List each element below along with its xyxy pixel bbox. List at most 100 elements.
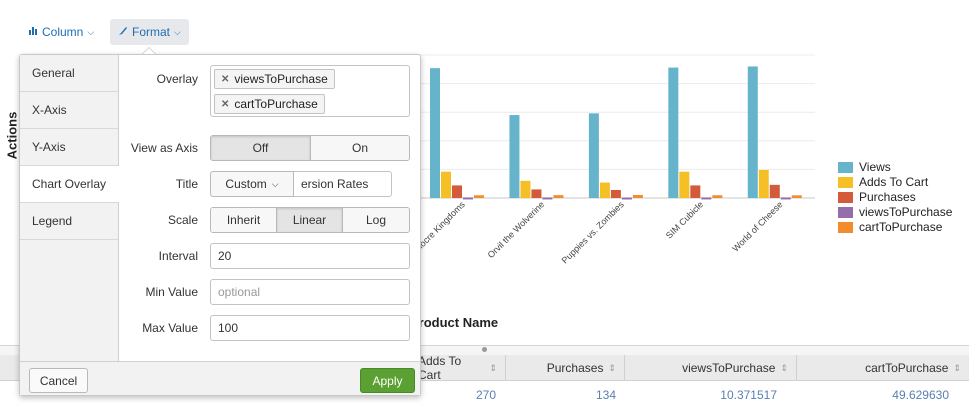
sidebar-item-chart-overlay[interactable]: Chart Overlay xyxy=(20,166,119,203)
scale-log-button[interactable]: Log xyxy=(343,208,409,232)
legend-swatch xyxy=(838,191,853,203)
bar-purchases[interactable] xyxy=(531,189,542,198)
cell-views-to-purchase[interactable]: 10.371517 xyxy=(625,381,797,408)
bar-carttopurchase[interactable] xyxy=(632,195,643,198)
brush-icon xyxy=(118,26,128,39)
cell-cart-to-purchase[interactable]: 49.629630 xyxy=(797,381,969,408)
scale-label: Scale xyxy=(167,213,198,227)
title-input[interactable]: ersion Rates xyxy=(294,171,392,197)
title-label: Title xyxy=(175,177,198,191)
interval-input[interactable]: 20 xyxy=(210,243,410,269)
scale-toggle: Inherit Linear Log xyxy=(210,207,410,233)
overlay-token[interactable]: ✕ viewsToPurchase xyxy=(214,69,335,89)
panel-footer: Cancel Apply xyxy=(20,361,420,395)
bar-adds-to-cart[interactable] xyxy=(758,169,769,198)
column-header-views-to-purchase[interactable]: viewsToPurchase ⇕ xyxy=(625,355,797,381)
cell-purchases[interactable]: 134 xyxy=(506,381,625,408)
chevron-down-icon: ⌵ xyxy=(87,26,95,37)
sidebar-item-x-axis[interactable]: X-Axis xyxy=(20,92,118,129)
title-mode-dropdown[interactable]: Custom ⌵ xyxy=(210,171,294,197)
x-tick-label: Orvil the Wolverine xyxy=(486,199,547,260)
bar-views[interactable] xyxy=(509,115,520,198)
scale-inherit-button[interactable]: Inherit xyxy=(211,208,277,232)
bar-purchases[interactable] xyxy=(610,189,621,198)
view-as-axis-toggle: Off On xyxy=(210,135,410,161)
column-header-label: viewsToPurchase xyxy=(682,361,776,375)
bar-views[interactable] xyxy=(747,66,758,198)
format-button-label: Format xyxy=(132,25,171,39)
format-button[interactable]: Format ⌵ xyxy=(110,19,189,45)
sort-icon: ⇕ xyxy=(953,362,961,373)
x-tick-label: SIM Cubicle xyxy=(664,199,705,240)
popover-arrow-inner xyxy=(143,48,155,54)
legend-swatch xyxy=(838,221,853,233)
bar-viewstopurchase[interactable] xyxy=(701,197,712,200)
sidebar-item-general[interactable]: General xyxy=(20,55,118,92)
bar-carttopurchase[interactable] xyxy=(553,195,564,198)
max-value-label: Max Value xyxy=(142,321,198,335)
bar-carttopurchase[interactable] xyxy=(474,195,484,198)
sort-icon: ⇕ xyxy=(780,362,788,373)
bar-carttopurchase[interactable] xyxy=(712,195,723,198)
bar-purchases[interactable] xyxy=(452,185,462,198)
sort-icon: ⇕ xyxy=(489,362,497,373)
legend-label: cartToPurchase xyxy=(859,220,943,234)
bar-viewstopurchase[interactable] xyxy=(542,197,553,200)
bar-purchases[interactable] xyxy=(769,184,780,198)
sort-icon: ⇕ xyxy=(608,362,616,373)
cell-adds-to-cart[interactable]: 270 xyxy=(418,381,506,408)
column-button-label: Column xyxy=(42,25,84,39)
chevron-down-icon: ⌵ xyxy=(271,178,279,189)
bar-views[interactable] xyxy=(430,68,440,198)
column-header-adds-to-cart[interactable]: Adds To Cart ⇕ xyxy=(418,354,506,382)
bar-adds-to-cart[interactable] xyxy=(679,171,690,198)
legend-label: Adds To Cart xyxy=(859,175,929,189)
legend-swatch xyxy=(838,161,853,173)
x-axis-title: Product Name xyxy=(410,315,499,330)
remove-icon[interactable]: ✕ xyxy=(221,99,229,110)
cancel-button[interactable]: Cancel xyxy=(29,368,88,393)
column-header-label: Adds To Cart xyxy=(418,354,462,382)
overlay-label: Overlay xyxy=(156,72,198,86)
bar-viewstopurchase[interactable] xyxy=(463,197,473,200)
resize-handle-icon[interactable] xyxy=(482,347,487,352)
format-panel: General X-Axis Y-Axis Chart Overlay Lege… xyxy=(19,48,421,396)
column-header-label: Purchases xyxy=(546,361,604,375)
bar-adds-to-cart[interactable] xyxy=(520,180,531,198)
bar-viewstopurchase[interactable] xyxy=(621,197,632,200)
title-mode-value: Custom xyxy=(225,177,267,191)
legend-item[interactable]: Views xyxy=(838,160,891,174)
overlay-token-label: viewsToPurchase xyxy=(234,72,328,86)
chevron-down-icon: ⌵ xyxy=(174,26,181,37)
view-as-axis-on-button[interactable]: On xyxy=(311,136,409,160)
bar-adds-to-cart[interactable] xyxy=(441,171,451,198)
bar-views[interactable] xyxy=(668,67,679,198)
min-value-input[interactable]: optional xyxy=(210,279,410,305)
scale-linear-button[interactable]: Linear xyxy=(277,208,343,232)
sidebar-item-y-axis[interactable]: Y-Axis xyxy=(20,129,118,166)
view-as-axis-off-button[interactable]: Off xyxy=(211,136,311,160)
bar-carttopurchase[interactable] xyxy=(791,195,802,198)
column-header-cart-to-purchase[interactable]: cartToPurchase ⇕ xyxy=(797,355,969,381)
column-header-purchases[interactable]: Purchases ⇕ xyxy=(506,355,625,381)
column-header-label: cartToPurchase xyxy=(865,361,949,375)
bar-viewstopurchase[interactable] xyxy=(780,197,791,200)
max-value-input[interactable]: 100 xyxy=(210,315,410,341)
legend-item[interactable]: viewsToPurchase xyxy=(838,205,952,219)
overlay-multiselect[interactable]: ✕ viewsToPurchase ✕ cartToPurchase xyxy=(210,65,410,117)
apply-button[interactable]: Apply xyxy=(360,368,415,393)
remove-icon[interactable]: ✕ xyxy=(221,74,229,85)
bar-views[interactable] xyxy=(588,113,599,198)
bar-adds-to-cart[interactable] xyxy=(599,182,610,198)
legend-item[interactable]: Purchases xyxy=(838,190,916,204)
legend-item[interactable]: Adds To Cart xyxy=(838,175,928,189)
legend-item[interactable]: cartToPurchase xyxy=(838,220,942,234)
interval-label: Interval xyxy=(158,249,198,263)
legend-label: Purchases xyxy=(859,190,916,204)
legend-label: Views xyxy=(859,160,891,174)
overlay-token[interactable]: ✕ cartToPurchase xyxy=(214,94,325,114)
bar-purchases[interactable] xyxy=(690,185,701,198)
legend-swatch xyxy=(838,206,853,218)
sidebar-item-legend[interactable]: Legend xyxy=(20,203,118,240)
column-chart-button[interactable]: Column ⌵ xyxy=(21,19,102,45)
